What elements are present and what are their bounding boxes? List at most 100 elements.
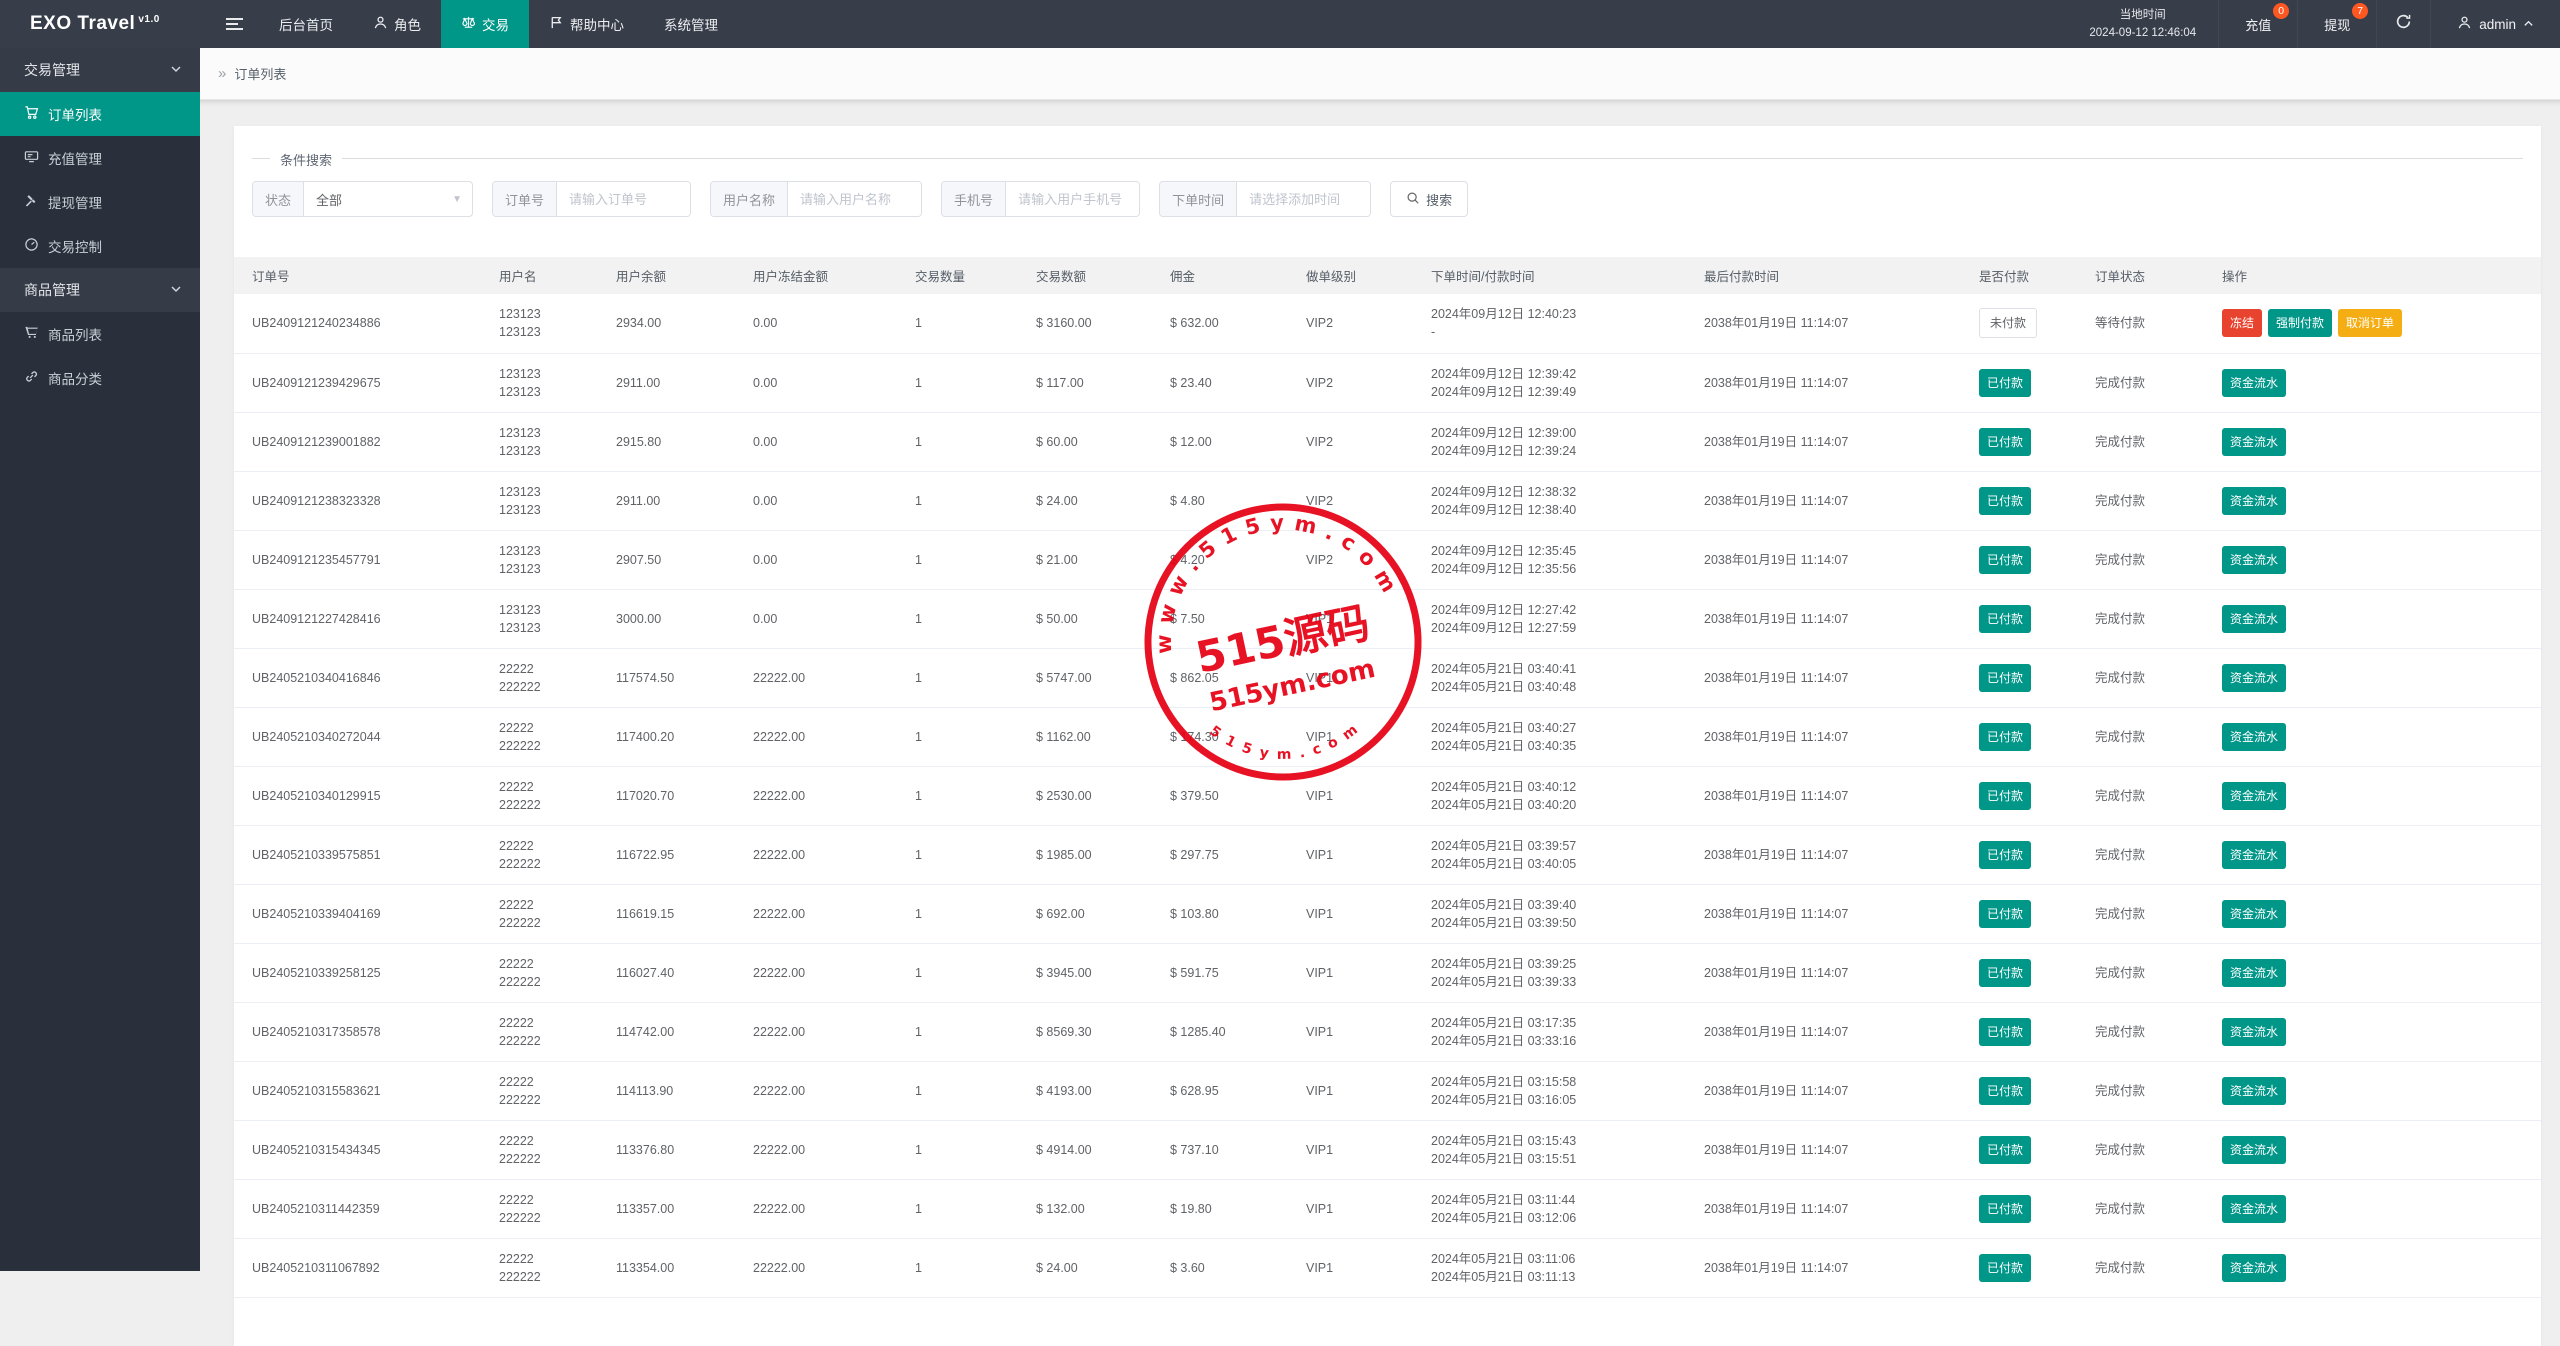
sidebar-item-recharge-management[interactable]: 充值管理 xyxy=(0,136,200,180)
pay-status-badge[interactable]: 已付款 xyxy=(1979,900,2031,928)
status-select[interactable]: 全部 ▼ xyxy=(304,182,472,216)
order-no-input[interactable] xyxy=(557,182,690,216)
sidebar-group-product-management[interactable]: 商品管理 xyxy=(0,268,200,312)
order-time-input[interactable] xyxy=(1237,182,1370,216)
trade-amount-cell: $ 1985.00 xyxy=(1024,825,1158,884)
actions-group: 资金流水 xyxy=(2222,966,2292,980)
sidebar-item-product-category[interactable]: 商品分类 xyxy=(0,356,200,400)
order-status-cell: 完成付款 xyxy=(2083,471,2210,530)
actions-cell: 资金流水 xyxy=(2210,1061,2541,1120)
pay-status-badge[interactable]: 已付款 xyxy=(1979,782,2031,810)
last-pay-time-cell: 2038年01月19日 11:14:07 xyxy=(1692,1179,1967,1238)
action-button-fund-flow[interactable]: 资金流水 xyxy=(2222,1254,2286,1282)
action-button-cancel-order[interactable]: 取消订单 xyxy=(2338,309,2402,337)
table-row: UB240521031106789222222222222113354.0022… xyxy=(234,1238,2541,1297)
action-button-fund-flow[interactable]: 资金流水 xyxy=(2222,664,2286,692)
pay-status-cell: 已付款 xyxy=(1967,943,2083,1002)
pay-status-badge[interactable]: 已付款 xyxy=(1979,428,2031,456)
action-button-fund-flow[interactable]: 资金流水 xyxy=(2222,723,2286,751)
user-menu[interactable]: admin xyxy=(2430,0,2560,48)
nav-item-system[interactable]: 系统管理 xyxy=(644,0,738,48)
order-time-cell: 2024年05月21日 03:39:252024年05月21日 03:39:33 xyxy=(1419,943,1692,1002)
actions-group: 资金流水 xyxy=(2222,671,2292,685)
column-header: 最后付款时间 xyxy=(1692,257,1967,294)
table-row: UB24091212402348861231231231232934.000.0… xyxy=(234,294,2541,353)
pay-status-cell: 已付款 xyxy=(1967,1238,2083,1297)
pay-status-badge[interactable]: 已付款 xyxy=(1979,664,2031,692)
pay-status-badge[interactable]: 已付款 xyxy=(1979,1136,2031,1164)
table-row: UB240521033925812522222222222116027.4022… xyxy=(234,943,2541,1002)
nav-item-help-center[interactable]: 帮助中心 xyxy=(529,0,644,48)
phone-label: 手机号 xyxy=(942,182,1006,216)
withdraw-link[interactable]: 提现 7 xyxy=(2297,0,2376,48)
nav-label: 角色 xyxy=(394,14,421,34)
sidebar-item-label: 商品列表 xyxy=(48,324,102,344)
refresh-button[interactable] xyxy=(2376,0,2430,48)
sidebar-item-withdraw-management[interactable]: 提现管理 xyxy=(0,180,200,224)
username-input[interactable] xyxy=(788,182,921,216)
sidebar-group-trade-management[interactable]: 交易管理 xyxy=(0,48,200,92)
trade-amount-cell: $ 2530.00 xyxy=(1024,766,1158,825)
filter-legend: 条件搜索 xyxy=(270,150,342,169)
nav-item-dashboard[interactable]: 后台首页 xyxy=(259,0,353,48)
actions-cell: 资金流水 xyxy=(2210,412,2541,471)
column-header: 佣金 xyxy=(1158,257,1294,294)
pay-status-badge[interactable]: 已付款 xyxy=(1979,1018,2031,1046)
pay-status-badge[interactable]: 已付款 xyxy=(1979,487,2031,515)
sidebar-item-label: 提现管理 xyxy=(48,192,102,212)
pay-status-badge[interactable]: 已付款 xyxy=(1979,959,2031,987)
sidebar-item-label: 交易控制 xyxy=(48,236,102,256)
action-button-fund-flow[interactable]: 资金流水 xyxy=(2222,487,2286,515)
nav-label: 交易 xyxy=(482,14,509,34)
action-button-fund-flow[interactable]: 资金流水 xyxy=(2222,959,2286,987)
order-time-cell: 2024年09月12日 12:27:422024年09月12日 12:27:59 xyxy=(1419,589,1692,648)
action-button-fund-flow[interactable]: 资金流水 xyxy=(2222,841,2286,869)
order-list-card: 条件搜索 状态 全部 ▼ 订单号 用户名称 xyxy=(234,126,2541,1346)
double-chevron-icon: » xyxy=(218,65,226,82)
nav-item-roles[interactable]: 角色 xyxy=(353,0,441,48)
pay-status-badge[interactable]: 已付款 xyxy=(1979,1195,2031,1223)
action-button-force-pay[interactable]: 强制付款 xyxy=(2268,309,2332,337)
pay-status-badge[interactable]: 已付款 xyxy=(1979,723,2031,751)
username-cell: 22222222222 xyxy=(487,1061,604,1120)
action-button-fund-flow[interactable]: 资金流水 xyxy=(2222,1195,2286,1223)
action-button-fund-flow[interactable]: 资金流水 xyxy=(2222,1077,2286,1105)
pay-status-badge[interactable]: 已付款 xyxy=(1979,546,2031,574)
order-status-cell: 完成付款 xyxy=(2083,884,2210,943)
actions-cell: 资金流水 xyxy=(2210,589,2541,648)
action-button-fund-flow[interactable]: 资金流水 xyxy=(2222,1018,2286,1046)
action-button-fund-flow[interactable]: 资金流水 xyxy=(2222,1136,2286,1164)
pay-status-badge[interactable]: 已付款 xyxy=(1979,1254,2031,1282)
nav-item-trade[interactable]: 交易 xyxy=(441,0,529,48)
sidebar-item-product-list[interactable]: 商品列表 xyxy=(0,312,200,356)
order-no-cell: UB2409121238323328 xyxy=(234,471,487,530)
action-button-fund-flow[interactable]: 资金流水 xyxy=(2222,782,2286,810)
balance-cell: 114742.00 xyxy=(604,1002,741,1061)
action-button-fund-flow[interactable]: 资金流水 xyxy=(2222,546,2286,574)
pay-status-badge[interactable]: 已付款 xyxy=(1979,605,2031,633)
table-row: UB24091212383233281231231231232911.000.0… xyxy=(234,471,2541,530)
pay-status-badge[interactable]: 已付款 xyxy=(1979,369,2031,397)
sidebar-item-order-list[interactable]: 订单列表 xyxy=(0,92,200,136)
action-button-fund-flow[interactable]: 资金流水 xyxy=(2222,605,2286,633)
order-status-cell: 完成付款 xyxy=(2083,1061,2210,1120)
action-button-fund-flow[interactable]: 资金流水 xyxy=(2222,369,2286,397)
order-status-cell: 完成付款 xyxy=(2083,707,2210,766)
sidebar-item-trade-control[interactable]: 交易控制 xyxy=(0,224,200,268)
order-no-cell: UB2405210340416846 xyxy=(234,648,487,707)
action-button-fund-flow[interactable]: 资金流水 xyxy=(2222,900,2286,928)
pay-status-badge[interactable]: 已付款 xyxy=(1979,841,2031,869)
gauge-icon xyxy=(24,237,39,255)
action-button-fund-flow[interactable]: 资金流水 xyxy=(2222,428,2286,456)
recharge-link[interactable]: 充值 0 xyxy=(2218,0,2297,48)
phone-input[interactable] xyxy=(1006,182,1139,216)
pay-status-badge[interactable]: 已付款 xyxy=(1979,1077,2031,1105)
action-button-freeze[interactable]: 冻结 xyxy=(2222,309,2262,337)
sidebar-toggle-icon[interactable] xyxy=(210,0,259,48)
pay-status-badge[interactable]: 未付款 xyxy=(1979,308,2037,338)
user-name: admin xyxy=(2479,17,2516,32)
last-pay-time-cell: 2038年01月19日 11:14:07 xyxy=(1692,471,1967,530)
search-button[interactable]: 搜索 xyxy=(1390,181,1468,217)
last-pay-time-cell: 2038年01月19日 11:14:07 xyxy=(1692,707,1967,766)
chevron-up-icon xyxy=(2523,17,2534,32)
